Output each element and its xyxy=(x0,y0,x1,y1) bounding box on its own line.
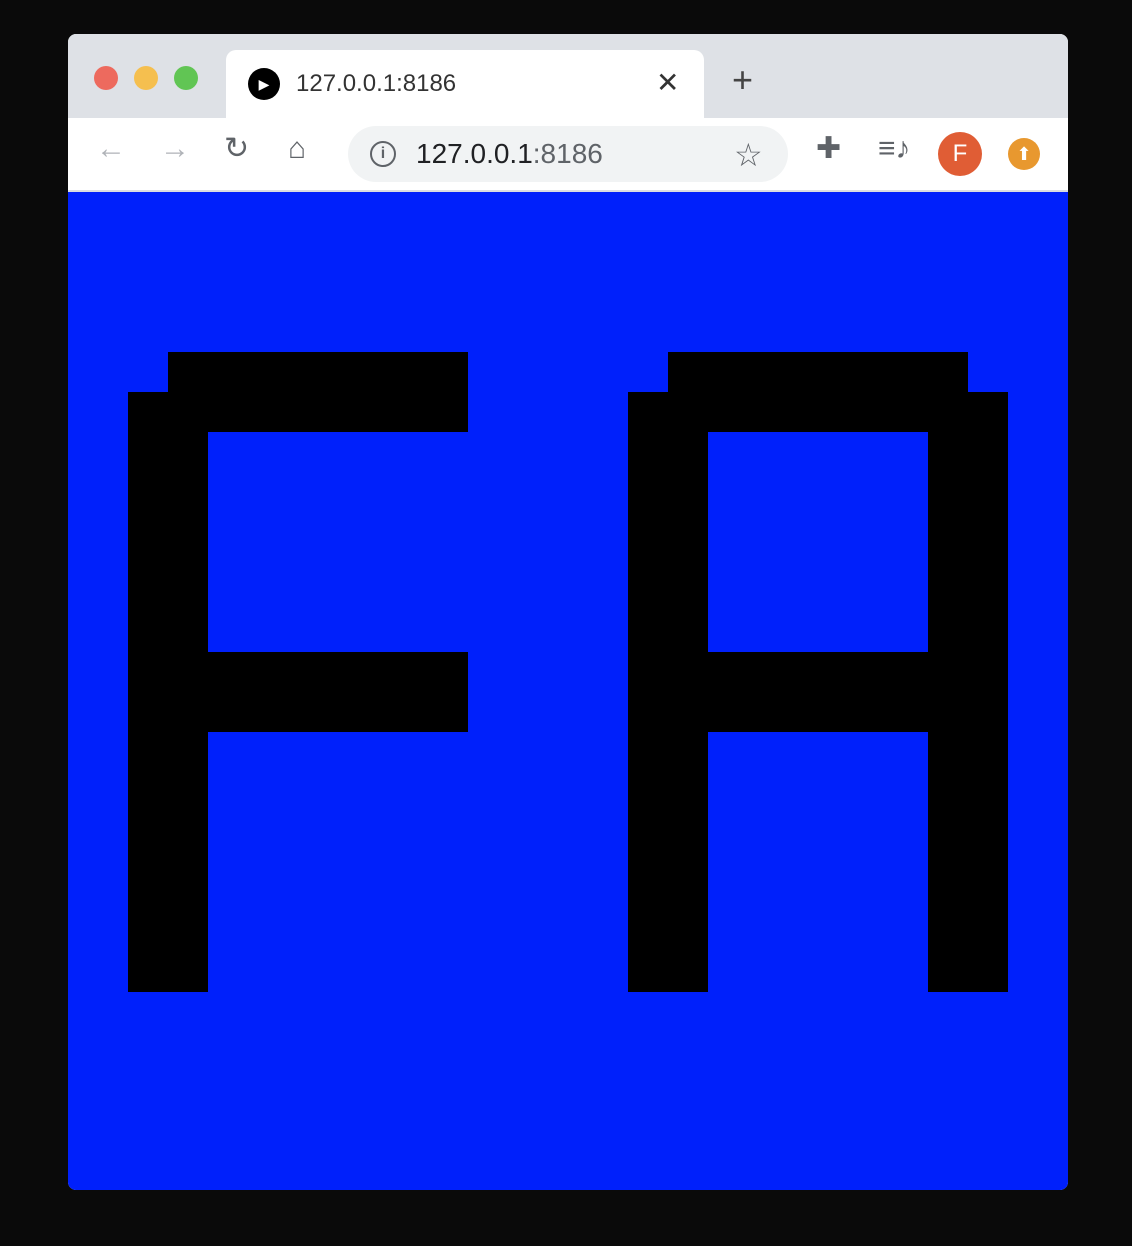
favicon-play-icon: ▶ xyxy=(248,68,280,100)
minimize-window-button[interactable] xyxy=(134,66,158,90)
url-text: 127.0.0.1:8186 xyxy=(416,138,603,169)
tab-active[interactable]: ▶ 127.0.0.1:8186 ✕ xyxy=(226,50,704,118)
maximize-window-button[interactable] xyxy=(174,66,198,90)
browser-window: ▶ 127.0.0.1:8186 ✕ + ← → ↻ ⌂ i 127.0.0.1… xyxy=(68,34,1068,1190)
address-bar[interactable]: i 127.0.0.1:8186 ☆ xyxy=(348,126,788,182)
update-arrow-icon[interactable]: ⬆ xyxy=(1008,138,1040,170)
page-canvas xyxy=(68,192,1068,1190)
close-window-button[interactable] xyxy=(94,66,118,90)
home-icon[interactable]: ⌂ xyxy=(288,134,306,164)
site-info-icon[interactable]: i xyxy=(370,141,396,167)
extensions-puzzle-icon[interactable]: ✚ xyxy=(816,134,841,164)
new-tab-button[interactable]: + xyxy=(732,62,753,98)
tab-title: 127.0.0.1:8186 xyxy=(296,70,457,97)
toolbar: ← → ↻ ⌂ i 127.0.0.1:8186 ☆ ✚ ≡♪ F ⬆ xyxy=(68,118,1068,192)
profile-avatar[interactable]: F xyxy=(938,132,982,176)
tab-bar: ▶ 127.0.0.1:8186 ✕ + xyxy=(68,34,1068,118)
media-queue-icon[interactable]: ≡♪ xyxy=(878,134,911,164)
tab-close-icon[interactable]: ✕ xyxy=(656,66,679,99)
bookmark-star-icon[interactable]: ☆ xyxy=(734,136,763,174)
back-icon[interactable]: ← xyxy=(96,134,126,164)
reload-icon[interactable]: ↻ xyxy=(224,134,249,164)
forward-icon[interactable]: → xyxy=(160,134,190,164)
